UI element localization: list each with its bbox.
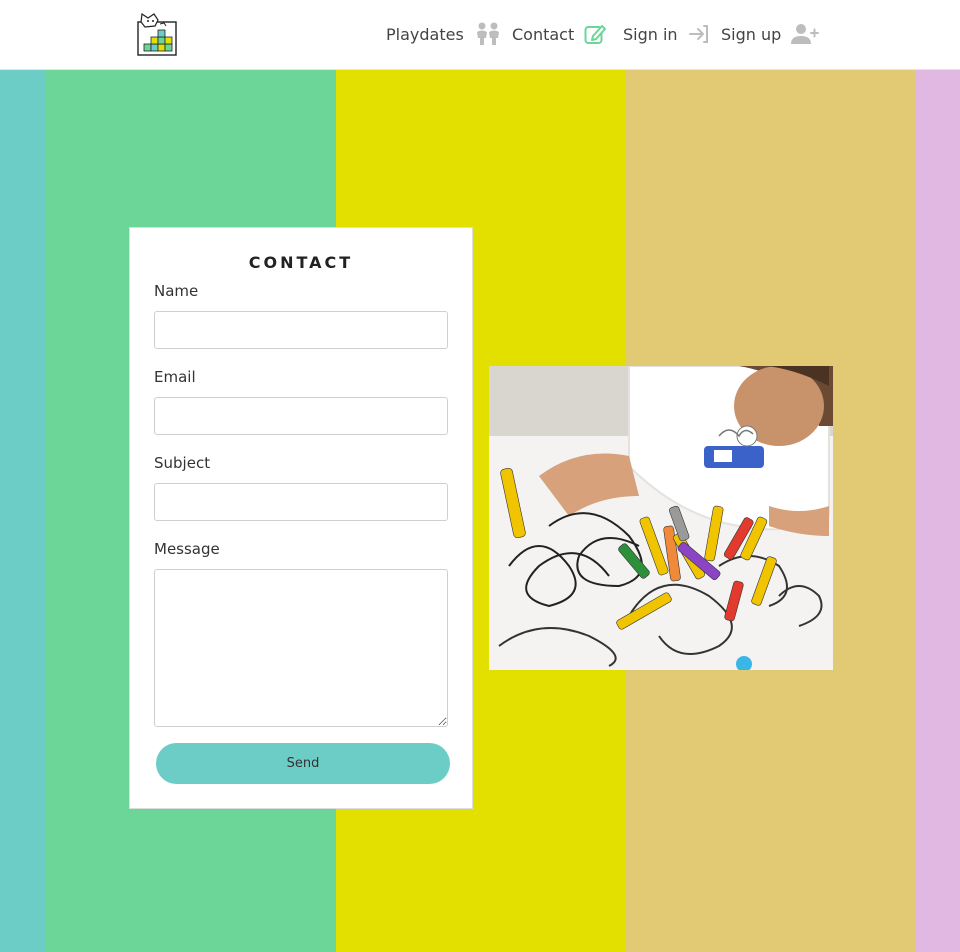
email-label: Email [154, 368, 196, 386]
nav-sign-up-label: Sign up [721, 24, 782, 44]
nav-sign-in[interactable]: Sign in [623, 20, 710, 48]
top-navigation-bar: Playdates Contact Sign in Sign up [0, 0, 960, 70]
child-drawing-with-crayons-image [489, 366, 833, 670]
lilac-stripe [916, 70, 960, 952]
email-input[interactable] [154, 397, 448, 435]
message-textarea[interactable] [154, 569, 448, 727]
message-label: Message [154, 540, 220, 558]
home-logo-link[interactable] [136, 12, 178, 57]
subject-label: Subject [154, 454, 211, 472]
contact-title: CONTACT [248, 253, 354, 272]
name-label: Name [154, 282, 199, 300]
nav-playdates[interactable]: Playdates [386, 20, 502, 48]
toy-blocks-logo-icon [137, 12, 177, 56]
teal-stripe [0, 70, 46, 952]
photo-illustration [489, 366, 833, 670]
nav-contact[interactable]: Contact [512, 20, 607, 48]
send-button[interactable]: Send [156, 743, 450, 784]
contact-form-card: CONTACT Name Email Subject Message Send [129, 227, 473, 809]
sign-in-icon [688, 25, 708, 43]
nav-playdates-label: Playdates [386, 24, 464, 44]
subject-input[interactable] [154, 483, 448, 521]
name-input[interactable] [154, 311, 448, 349]
user-plus-icon [791, 24, 820, 44]
nav-sign-in-label: Sign in [623, 24, 678, 44]
children-icon [476, 22, 499, 45]
nav-sign-up[interactable]: Sign up [721, 20, 820, 48]
nav-contact-label: Contact [512, 24, 575, 44]
edit-icon [584, 25, 607, 44]
